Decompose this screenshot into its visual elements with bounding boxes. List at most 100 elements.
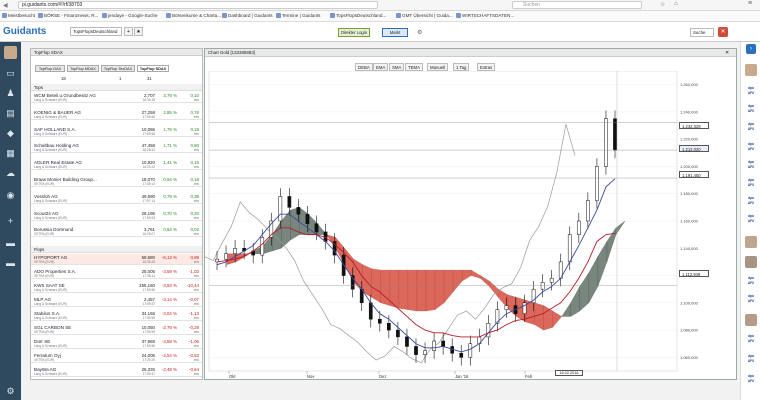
avatar[interactable] xyxy=(745,314,757,326)
exchange-short: ebs xyxy=(193,274,199,278)
tab-topflop-dax[interactable]: TopFlop DAX xyxy=(35,65,65,72)
candle-body xyxy=(377,318,382,324)
close-icon[interactable]: ✕ xyxy=(718,27,728,37)
widget-titlebar[interactable]: TopFlop SDAX xyxy=(31,49,202,56)
bookmark-item[interactable]: Dashboard | Guidants xyxy=(222,13,273,18)
list-item[interactable]: Braas Monier Building Group... XETRA (EUR… xyxy=(31,176,202,187)
bookmark-item[interactable]: Börsenkurse & Charta... xyxy=(166,13,221,18)
guidants-logo[interactable]: Guidants xyxy=(3,26,46,37)
list-item[interactable]: HYPOPORT AG XETRA (EUR) 59,580 16:35:28 -6,1… xyxy=(31,254,202,265)
extras-menu[interactable]: Extras xyxy=(477,63,496,71)
list-item[interactable]: KOENIG & BAUER AG Lang & Schwarz (EUR) 27,… xyxy=(31,109,202,120)
exchange-short: ebs xyxy=(193,302,199,306)
chat-icon[interactable]: ◆ xyxy=(5,128,16,139)
tab-topflop-tecdax[interactable]: TopFlop TecDAX xyxy=(101,65,135,72)
quote-time: 16:23:22 xyxy=(142,165,155,170)
dpa-afx-icon[interactable]: dpa AFX xyxy=(745,86,757,97)
list-item[interactable]: SGL CARBON SE XETRA (EUR) 10,050 17:59:59 -2… xyxy=(31,324,202,335)
bookmark-item[interactable]: BÖRSE - Finanznews, R... xyxy=(38,13,98,18)
direct-login-button[interactable]: Direkter Login xyxy=(338,28,370,37)
deba-button[interactable]: DEBA xyxy=(355,63,373,71)
url-field[interactable]: pi.guidants.com/#!/rf/38703 xyxy=(18,1,378,9)
chevron-right-icon[interactable]: › xyxy=(746,44,756,54)
list-item[interactable]: ADO Properties S.A. XETRA (EUR) 25,005 17:3… xyxy=(31,268,202,279)
list-item[interactable]: Schaltbau Holding AG Lang & Schwarz (EUR)… xyxy=(31,142,202,154)
star-icon[interactable]: ☆ xyxy=(660,1,665,8)
home-icon[interactable]: ⌂ xyxy=(674,1,678,7)
count-label: 18 xyxy=(61,76,66,81)
chart-titlebar[interactable]: Chart Gold [133385883] ✕ xyxy=(205,49,736,57)
star-icon[interactable]: ★ xyxy=(134,27,143,36)
close-icon[interactable]: ✕ xyxy=(725,49,729,57)
dpa-afx-icon[interactable]: dpa AFX xyxy=(745,214,757,225)
market-button[interactable]: Markt xyxy=(382,28,408,37)
document-icon[interactable]: ▤ xyxy=(5,108,16,119)
list-item[interactable]: BayWa AG Lang & Schwarz (EUR) 25,335 17:59:… xyxy=(31,366,202,377)
folder-icon[interactable]: ▬ xyxy=(5,258,16,269)
avatar[interactable] xyxy=(745,256,757,268)
exchange-short: ebs xyxy=(193,372,199,376)
sma-button[interactable]: SMA xyxy=(389,63,405,71)
quote-time: 17:59:53 xyxy=(142,215,155,220)
list-item[interactable]: MLP AG Lang & Schwarz (EUR) 2,457 17:59:47-… xyxy=(31,296,202,307)
dpa-afx-icon[interactable]: dpa AFX xyxy=(745,294,757,305)
avatar[interactable] xyxy=(745,64,757,76)
dpa-afx-icon[interactable]: dpa AFX xyxy=(745,122,757,133)
dpa-afx-icon[interactable]: dpa AFX xyxy=(745,160,757,171)
gear-icon[interactable]: ⚙ xyxy=(5,386,16,397)
list-item[interactable]: Dürr SE Lang & Schwarz (EUR) 37,968 17:59:5… xyxy=(31,338,202,349)
avatar[interactable] xyxy=(745,236,757,248)
app-search-input[interactable]: Suche xyxy=(690,28,714,37)
quote-time: 16:25:07 xyxy=(142,232,155,237)
exchange-label: Lang & Schwarz (EUR) xyxy=(34,372,67,376)
dpa-afx-icon[interactable]: dpa AFX xyxy=(745,178,757,189)
list-item[interactable]: KWS SAAT SE Lang & Schwarz (EUR) 255,160 17… xyxy=(31,282,202,293)
calendar-icon[interactable]: ▦ xyxy=(5,148,16,159)
bookmark-item[interactable]: jendaye - Google-Suche xyxy=(102,13,158,18)
ema-button[interactable]: EMA xyxy=(373,63,389,71)
dpa-afx-icon[interactable]: dpa AFX xyxy=(745,104,757,115)
dpa-afx-icon[interactable]: dpa AFX xyxy=(745,196,757,207)
back-icon[interactable]: ◀ xyxy=(3,2,8,9)
quote-time: 17:59:47 xyxy=(142,372,155,376)
bookmark-item[interactable]: GMT Übersicht | Guida... xyxy=(396,13,453,18)
interval-select[interactable]: 1 Tag xyxy=(453,63,470,71)
browser-search-input[interactable]: Suchen xyxy=(512,1,642,9)
tab-topflop-sdax[interactable]: TopFlop SDAX xyxy=(137,65,169,72)
tab-topflop-mdax[interactable]: TopFlop MDAX xyxy=(67,65,99,72)
bookmark-item[interactable]: Meistbesucht xyxy=(2,13,35,18)
list-item[interactable]: ADLER Real Estate AG Lang & Schwarz (EUR)… xyxy=(31,159,202,171)
draw-mode-select[interactable]: Manuell xyxy=(427,63,449,71)
list-item[interactable]: Borussia Dortmund XETRA (EUR) 3,761 16:25:0… xyxy=(31,226,202,238)
dpa-afx-icon[interactable]: dpa AFX xyxy=(745,276,757,287)
list-item[interactable]: Scout24 AG Lang & Schwarz (EUR) 28,195 17:5… xyxy=(31,210,202,221)
chart-canvas[interactable]: 1.260,000 1.240,000 1.220,000 1.200,000 1.18… xyxy=(205,71,736,379)
list-item[interactable]: SAF HOLLAND S.A. Lang & Schwarz (EUR) 10,0… xyxy=(31,126,202,137)
monitor-icon[interactable]: ▭ xyxy=(5,68,16,79)
folder-icon[interactable]: ▬ xyxy=(5,238,16,249)
list-item[interactable]: Ferratum Oyj XETRA (EUR) 24,005 17:25:29 -2,… xyxy=(31,352,202,363)
bookmark-item[interactable]: TopsFlopsDeutschland... xyxy=(330,13,386,18)
add-icon[interactable]: + xyxy=(5,216,16,227)
list-item[interactable]: Vossloh AG Lang & Schwarz (EUR) 49,590 17:5… xyxy=(31,193,202,204)
dpa-afx-icon[interactable]: dpa AFX xyxy=(745,354,757,365)
avatar[interactable] xyxy=(4,46,17,59)
add-icon[interactable]: + xyxy=(124,27,133,36)
list-item[interactable]: Stabilus S.A. Lang & Schwarz (EUR) 34,165 1… xyxy=(31,310,202,321)
cloud-icon[interactable]: ☁ xyxy=(5,168,16,179)
dpa-afx-icon[interactable]: dpa AFX xyxy=(745,374,757,385)
candle-body xyxy=(387,323,391,331)
dpa-afx-icon[interactable]: dpa AFX xyxy=(745,142,757,153)
tema-button[interactable]: TEMA xyxy=(405,63,423,71)
list-item[interactable]: WCM Beteil.u.Grundbesitz AG Lang & Schwar… xyxy=(31,92,202,103)
widget-title: TopFlop SDAX xyxy=(34,50,63,55)
users-icon[interactable]: ♟ xyxy=(5,88,16,99)
y-tick-label: 1.240,000 xyxy=(680,109,699,114)
bookmark-item[interactable]: WIRTSCHAFTSDATEN... xyxy=(456,13,514,18)
layout-select[interactable]: TopsFlopsDeutschland xyxy=(70,27,122,36)
menu-icon[interactable]: ≡ xyxy=(748,0,752,7)
bookmark-item[interactable]: Termine | Guidants xyxy=(276,13,320,18)
dpa-afx-icon[interactable]: dpa AFX xyxy=(745,334,757,345)
gear-icon[interactable]: ⚙ xyxy=(417,29,422,36)
globe-icon[interactable]: ◉ xyxy=(5,190,16,201)
